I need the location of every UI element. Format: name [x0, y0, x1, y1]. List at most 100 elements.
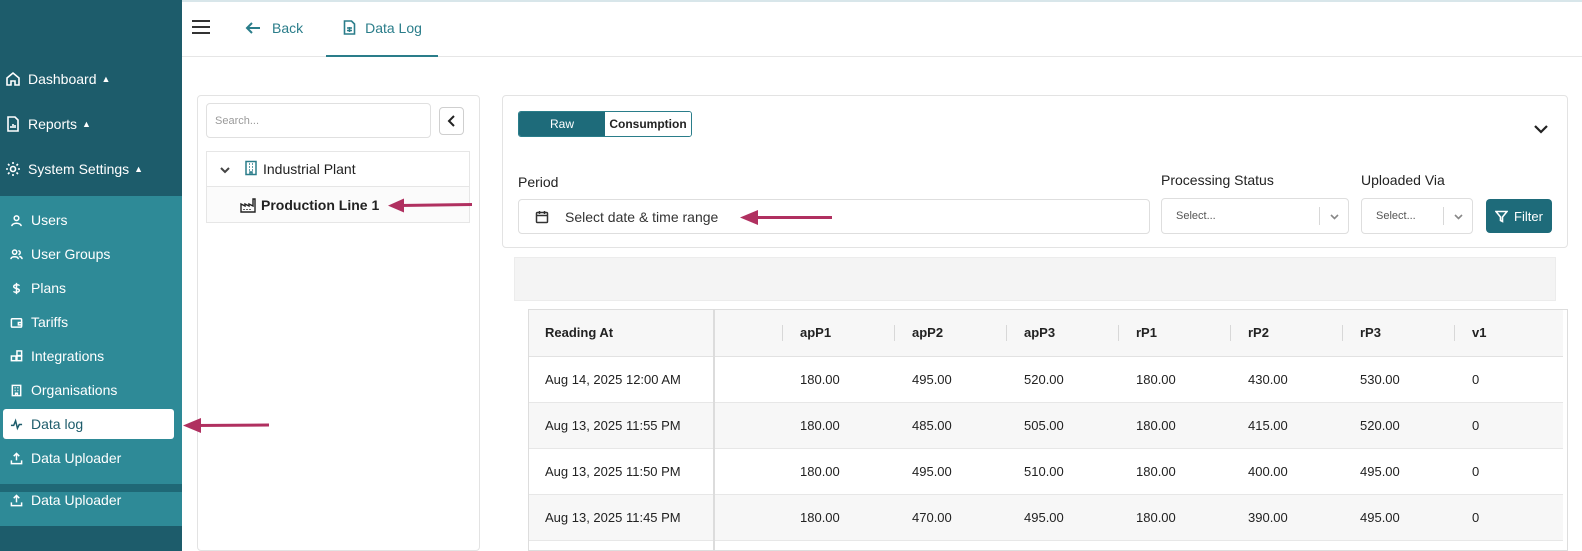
chevron-down-icon[interactable]	[219, 163, 231, 175]
column-header-label: apP1	[800, 325, 832, 341]
sidebar-item-label: Data Uploader	[31, 450, 122, 466]
table-cell: 0	[1455, 402, 1563, 449]
chevron-down-icon	[1320, 212, 1348, 221]
table-cell: 530.00	[1343, 356, 1455, 403]
column-header[interactable]	[715, 310, 783, 357]
column-header[interactable]: apP2	[895, 310, 1007, 357]
sidebar-item-data-uploader[interactable]: Data Uploader	[0, 443, 182, 473]
table-cell: 390.00	[1231, 494, 1343, 541]
sidebar-item-tariffs[interactable]: Tariffs	[0, 307, 182, 337]
table-cell	[715, 356, 783, 403]
table-cell: 180.00	[1119, 402, 1231, 449]
report-icon	[4, 115, 22, 133]
document-icon	[343, 20, 356, 35]
annotation-arrow	[740, 210, 832, 225]
column-header[interactable]: apP1	[783, 310, 895, 357]
processing-status-select[interactable]: Select...	[1161, 198, 1349, 234]
hamburger-menu-icon[interactable]	[192, 20, 210, 36]
grid-toolbar	[514, 257, 1556, 301]
sidebar-item-label: Data log	[31, 416, 84, 432]
column-header[interactable]: apP3	[1007, 310, 1119, 357]
tab-data-log[interactable]: Data Log	[326, 0, 438, 57]
chevron-down-icon[interactable]	[1533, 122, 1549, 136]
table-cell: 180.00	[783, 402, 895, 449]
wallet-icon	[9, 315, 23, 329]
funnel-icon	[1495, 210, 1509, 223]
tree-node-industrial-plant[interactable]: Industrial Plant	[206, 151, 470, 186]
toggle-raw[interactable]: Raw	[519, 112, 605, 136]
table-cell: 495.00	[895, 448, 1007, 495]
table-cell	[715, 448, 783, 495]
table-cell: 415.00	[1231, 402, 1343, 449]
sidebar-item-label: Plans	[31, 280, 67, 296]
tab-label: Data Log	[365, 19, 422, 36]
table-cell: 520.00	[1007, 356, 1119, 403]
column-header[interactable]: Reading At	[529, 310, 715, 357]
upload-icon	[9, 451, 23, 465]
table-cell: 470.00	[895, 494, 1007, 541]
select-value: Select...	[1176, 210, 1216, 222]
uploaded-via-select[interactable]: Select...	[1361, 198, 1473, 234]
column-header-label: rP1	[1136, 325, 1157, 341]
column-header-label: apP2	[912, 325, 944, 341]
sidebar-item-plans[interactable]: Plans	[0, 273, 182, 303]
factory-icon	[240, 197, 256, 213]
dollar-icon	[9, 281, 23, 295]
period-date-range-input[interactable]: Select date & time range	[518, 199, 1150, 234]
table-cell: 0	[1455, 448, 1563, 495]
table-cell: 180.00	[783, 448, 895, 495]
activity-icon	[9, 417, 23, 431]
period-placeholder: Select date & time range	[565, 208, 719, 225]
filter-button-label: Filter	[1514, 208, 1543, 224]
column-header-label: rP2	[1248, 325, 1269, 341]
sidebar-item-label: System Settings	[28, 161, 130, 177]
column-header[interactable]: rP3	[1343, 310, 1455, 357]
building-icon	[9, 383, 23, 397]
sidebar-item-label: Tariffs	[31, 314, 69, 330]
sidebar-item-data-log[interactable]: Data log	[3, 409, 174, 439]
sidebar-item-users[interactable]: Users	[0, 205, 182, 235]
sidebar-item-integrations[interactable]: Integrations	[0, 341, 182, 371]
caret-up-icon: ▲	[134, 164, 144, 174]
arrow-left-icon	[245, 22, 260, 34]
user-icon	[9, 213, 23, 227]
data-table: Reading At apP1 apP2 apP3 rP1 rP2 rP3 v1 Aug 14…	[528, 309, 1568, 551]
tree-search-input[interactable]	[206, 103, 431, 138]
user-group-icon	[9, 247, 23, 261]
sidebar-item-dashboard[interactable]: Dashboard ▲	[0, 64, 182, 94]
sidebar-item-system-settings[interactable]: System Settings ▲	[0, 154, 182, 184]
table-row[interactable]: Aug 13, 2025 11:45 PM 180.00 470.00 495.00 1…	[529, 494, 1563, 541]
table-row[interactable]: Aug 13, 2025 11:50 PM 180.00 495.00 510.00 1…	[529, 448, 1563, 495]
table-cell: 495.00	[1343, 494, 1455, 541]
table-cell: 180.00	[1119, 356, 1231, 403]
table-cell: 180.00	[783, 356, 895, 403]
collapse-panel-button[interactable]	[439, 107, 464, 135]
select-value: Select...	[1376, 210, 1416, 222]
table-cell: 0	[1455, 494, 1563, 541]
back-label: Back	[272, 20, 304, 36]
back-button[interactable]: Back	[244, 18, 303, 38]
sidebar-item-data-uploader-extra[interactable]: Data Uploader	[0, 485, 182, 515]
column-header[interactable]: rP2	[1231, 310, 1343, 357]
filter-button[interactable]: Filter	[1486, 199, 1552, 233]
chevron-down-icon	[1444, 212, 1472, 221]
sidebar-item-organisations[interactable]: Organisations	[0, 375, 182, 405]
table-cell: 180.00	[783, 494, 895, 541]
sidebar-item-user-groups[interactable]: User Groups	[0, 239, 182, 269]
processing-status-label: Processing Status	[1161, 172, 1274, 188]
tree-node-label: Industrial Plant	[263, 161, 356, 177]
tree-node-label: Production Line 1	[261, 196, 380, 213]
column-header[interactable]: rP1	[1119, 310, 1231, 357]
calendar-icon	[535, 210, 549, 223]
table-cell: 495.00	[895, 356, 1007, 403]
column-divider[interactable]	[713, 309, 715, 551]
table-cell: 520.00	[1343, 402, 1455, 449]
table-row[interactable]: Aug 13, 2025 11:55 PM 180.00 485.00 505.00 1…	[529, 402, 1563, 449]
period-label: Period	[518, 174, 559, 190]
sidebar-item-label: Data Uploader	[31, 492, 122, 508]
sidebar-item-reports[interactable]: Reports ▲	[0, 109, 182, 139]
column-header[interactable]: v1	[1455, 310, 1563, 357]
uploaded-via-label: Uploaded Via	[1361, 172, 1445, 188]
table-row[interactable]: Aug 14, 2025 12:00 AM 180.00 495.00 520.00 1…	[529, 356, 1563, 403]
toggle-consumption[interactable]: Consumption	[605, 112, 691, 136]
